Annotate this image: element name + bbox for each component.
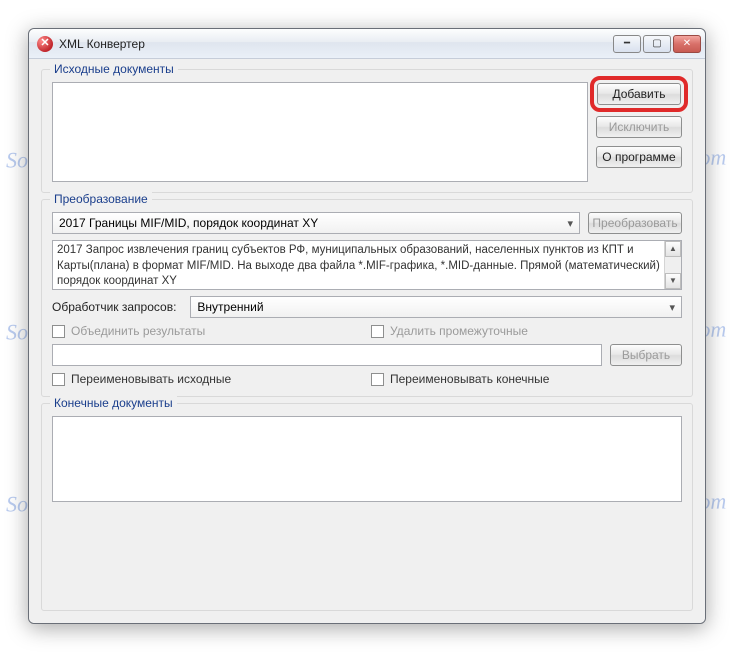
rename-source-checkbox[interactable] bbox=[52, 373, 65, 386]
source-documents-group: Исходные документы Добавить Исключить О … bbox=[41, 69, 693, 193]
transform-select[interactable]: 2017 Границы MIF/MID, порядок координат … bbox=[52, 212, 580, 234]
close-icon: ✕ bbox=[683, 38, 691, 49]
rename-source-label: Переименовывать исходные bbox=[71, 372, 231, 386]
delete-temp-label: Удалить промежуточные bbox=[390, 324, 528, 338]
transform-selected-value: 2017 Границы MIF/MID, порядок координат … bbox=[59, 216, 318, 230]
final-group-label: Конечные документы bbox=[50, 396, 177, 410]
final-listbox[interactable] bbox=[52, 416, 682, 502]
desc-line: 2017 Запрос извлечения границ субъектов … bbox=[57, 243, 677, 259]
desc-line: порядок координат XY bbox=[57, 274, 677, 290]
handler-selected-value: Внутренний bbox=[197, 300, 263, 314]
titlebar[interactable]: ✕ XML Конвертер ━ ▢ ✕ bbox=[29, 29, 705, 59]
select-button[interactable]: Выбрать bbox=[610, 344, 682, 366]
about-button[interactable]: О программе bbox=[596, 146, 682, 168]
description-scrollbar[interactable]: ▲ ▼ bbox=[664, 241, 681, 289]
maximize-button[interactable]: ▢ bbox=[643, 35, 671, 53]
transform-group: Преобразование 2017 Границы MIF/MID, пор… bbox=[41, 199, 693, 397]
source-listbox[interactable] bbox=[52, 82, 588, 182]
add-button[interactable]: Добавить bbox=[597, 83, 681, 105]
close-button[interactable]: ✕ bbox=[673, 35, 701, 53]
app-icon: ✕ bbox=[37, 36, 53, 52]
final-documents-group: Конечные документы bbox=[41, 403, 693, 611]
handler-select[interactable]: Внутренний bbox=[190, 296, 682, 318]
convert-button[interactable]: Преобразовать bbox=[588, 212, 682, 234]
merge-label: Объединить результаты bbox=[71, 324, 205, 338]
transform-group-label: Преобразование bbox=[50, 192, 152, 206]
window-title: XML Конвертер bbox=[59, 37, 145, 51]
highlight-annotation: Добавить bbox=[590, 76, 688, 112]
scroll-down-icon[interactable]: ▼ bbox=[665, 273, 681, 289]
desc-line: Карты(плана) в формат MIF/MID. На выходе… bbox=[57, 259, 677, 275]
maximize-icon: ▢ bbox=[652, 38, 661, 49]
merge-checkbox[interactable] bbox=[52, 325, 65, 338]
scroll-up-icon[interactable]: ▲ bbox=[665, 241, 681, 257]
source-group-label: Исходные документы bbox=[50, 62, 178, 76]
delete-temp-checkbox[interactable] bbox=[371, 325, 384, 338]
minimize-button[interactable]: ━ bbox=[613, 35, 641, 53]
rename-final-checkbox[interactable] bbox=[371, 373, 384, 386]
rename-final-label: Переименовывать конечные bbox=[390, 372, 549, 386]
app-window: ✕ XML Конвертер ━ ▢ ✕ Исходные документы… bbox=[28, 28, 706, 624]
transform-description[interactable]: 2017 Запрос извлечения границ субъектов … bbox=[52, 240, 682, 290]
path-input[interactable] bbox=[52, 344, 602, 366]
remove-button[interactable]: Исключить bbox=[596, 116, 682, 138]
handler-label: Обработчик запросов: bbox=[52, 300, 176, 314]
minimize-icon: ━ bbox=[624, 38, 630, 49]
